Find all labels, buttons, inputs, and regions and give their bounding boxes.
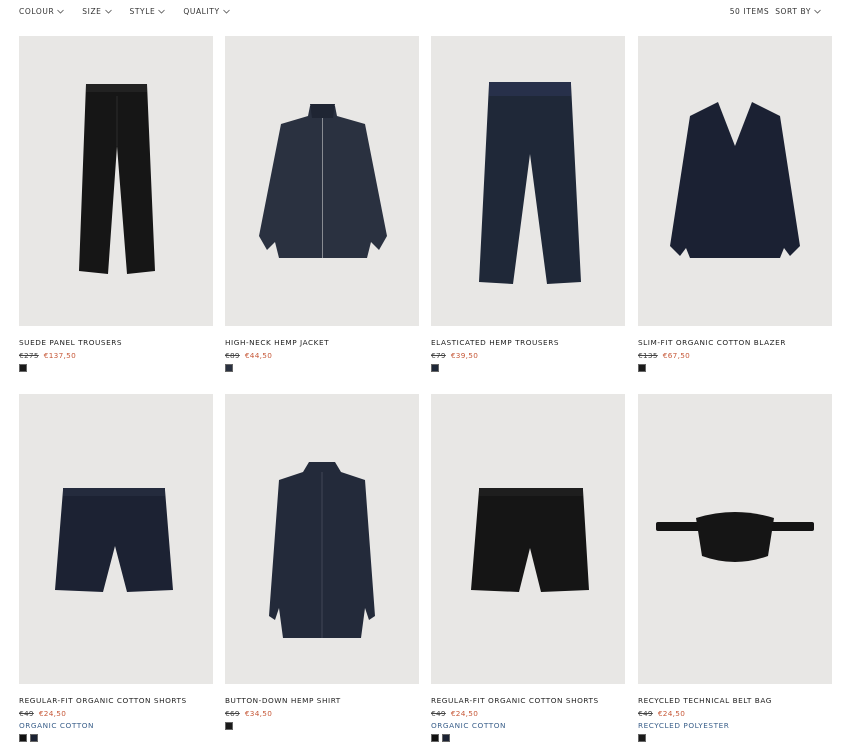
color-swatch[interactable]	[225, 364, 233, 372]
sale-price: €39,50	[450, 351, 479, 360]
color-swatches	[225, 364, 419, 372]
sale-price: €44,50	[244, 351, 273, 360]
product-image[interactable]	[638, 394, 832, 684]
product-image[interactable]	[19, 36, 213, 326]
price-row: €49 €24,50	[19, 709, 213, 718]
product-image[interactable]	[431, 394, 625, 684]
color-swatches	[225, 722, 419, 730]
original-price: €135	[638, 351, 658, 360]
sale-price: €34,50	[244, 709, 273, 718]
material-label: ORGANIC COTTON	[431, 721, 507, 730]
color-swatches	[638, 734, 832, 742]
shorts-icon	[471, 488, 589, 592]
sale-price: €24,50	[38, 709, 67, 718]
price-row: €135 €67,50	[638, 351, 832, 360]
product-card[interactable]: HIGH-NECK HEMP JACKET €89 €44,50	[225, 36, 419, 372]
product-card[interactable]: REGULAR-FIT ORGANIC COTTON SHORTS €49 €24…	[19, 394, 213, 742]
filter-list: COLOUR SIZE STYLE QUALITY	[19, 7, 248, 16]
color-swatches	[19, 364, 213, 372]
trousers-icon	[479, 82, 581, 284]
color-swatches	[638, 364, 832, 372]
product-image[interactable]	[638, 36, 832, 326]
color-swatch[interactable]	[19, 364, 27, 372]
original-price: €69	[225, 709, 240, 718]
product-image[interactable]	[431, 36, 625, 326]
sale-price: €24,50	[657, 709, 686, 718]
filter-quality[interactable]: QUALITY	[183, 7, 230, 16]
filter-colour[interactable]: COLOUR	[19, 7, 65, 16]
filter-label: STYLE	[129, 7, 156, 16]
price-row: €89 €44,50	[225, 351, 419, 360]
color-swatch[interactable]	[431, 734, 439, 742]
product-name[interactable]: SUEDE PANEL TROUSERS	[19, 338, 213, 347]
product-card[interactable]: REGULAR-FIT ORGANIC COTTON SHORTS €49 €24…	[431, 394, 625, 742]
product-name[interactable]: HIGH-NECK HEMP JACKET	[225, 338, 419, 347]
color-swatch[interactable]	[225, 722, 233, 730]
color-swatch[interactable]	[30, 734, 38, 742]
price-row: €69 €34,50	[225, 709, 419, 718]
item-count: 50 ITEMS	[729, 7, 770, 16]
chevron-down-icon	[814, 9, 821, 14]
product-name[interactable]: BUTTON-DOWN HEMP SHIRT	[225, 696, 419, 705]
original-price: €49	[431, 709, 446, 718]
chevron-down-icon	[222, 9, 230, 14]
chevron-down-icon	[104, 9, 112, 14]
sale-price: €137,50	[43, 351, 77, 360]
blazer-icon	[670, 102, 800, 258]
original-price: €49	[19, 709, 34, 718]
material-label: ORGANIC COTTON	[19, 721, 95, 730]
price-row: €49 €24,50	[638, 709, 832, 718]
filter-label: SIZE	[82, 7, 102, 16]
color-swatch[interactable]	[431, 364, 439, 372]
product-card[interactable]: BUTTON-DOWN HEMP SHIRT €69 €34,50	[225, 394, 419, 730]
sale-price: €67,50	[662, 351, 691, 360]
original-price: €275	[19, 351, 39, 360]
product-card[interactable]: ELASTICATED HEMP TROUSERS €79 €39,50	[431, 36, 625, 372]
filter-label: COLOUR	[19, 7, 55, 16]
material-label: RECYCLED POLYESTER	[638, 721, 730, 730]
color-swatches	[19, 734, 213, 742]
product-name[interactable]: ELASTICATED HEMP TROUSERS	[431, 338, 625, 347]
shirt-icon	[269, 462, 375, 638]
product-name[interactable]: REGULAR-FIT ORGANIC COTTON SHORTS	[19, 696, 213, 705]
filter-label: QUALITY	[183, 7, 220, 16]
color-swatch[interactable]	[638, 734, 646, 742]
sale-price: €24,50	[450, 709, 479, 718]
original-price: €89	[225, 351, 240, 360]
shorts-icon	[55, 488, 173, 592]
chevron-down-icon	[57, 9, 65, 14]
product-name[interactable]: REGULAR-FIT ORGANIC COTTON SHORTS	[431, 696, 625, 705]
filter-style[interactable]: STYLE	[130, 7, 166, 16]
product-name[interactable]: SLIM-FIT ORGANIC COTTON BLAZER	[638, 338, 832, 347]
color-swatches	[431, 734, 625, 742]
product-image[interactable]	[19, 394, 213, 684]
filter-bar: COLOUR SIZE STYLE QUALITY 50 ITEMS SORT …	[0, 0, 850, 26]
color-swatch[interactable]	[442, 734, 450, 742]
right-tools: 50 ITEMS SORT BY	[730, 7, 821, 16]
sort-label: SORT BY	[775, 7, 811, 16]
price-row: €275 €137,50	[19, 351, 213, 360]
belt-bag-icon	[656, 512, 814, 562]
trousers-icon	[79, 84, 155, 274]
color-swatch[interactable]	[19, 734, 27, 742]
product-image[interactable]	[225, 394, 419, 684]
product-image[interactable]	[225, 36, 419, 326]
product-card[interactable]: SUEDE PANEL TROUSERS €275 €137,50	[19, 36, 213, 372]
product-card[interactable]: RECYCLED TECHNICAL BELT BAG €49 €24,50 RE…	[638, 394, 832, 742]
jacket-icon	[259, 104, 387, 258]
sort-button[interactable]: SORT BY	[775, 7, 821, 16]
filter-size[interactable]: SIZE	[82, 7, 112, 16]
original-price: €49	[638, 709, 653, 718]
chevron-down-icon	[158, 9, 166, 14]
price-row: €49 €24,50	[431, 709, 625, 718]
original-price: €79	[431, 351, 446, 360]
product-name[interactable]: RECYCLED TECHNICAL BELT BAG	[638, 696, 832, 705]
price-row: €79 €39,50	[431, 351, 625, 360]
product-card[interactable]: SLIM-FIT ORGANIC COTTON BLAZER €135 €67,5…	[638, 36, 832, 372]
color-swatch[interactable]	[638, 364, 646, 372]
color-swatches	[431, 364, 625, 372]
